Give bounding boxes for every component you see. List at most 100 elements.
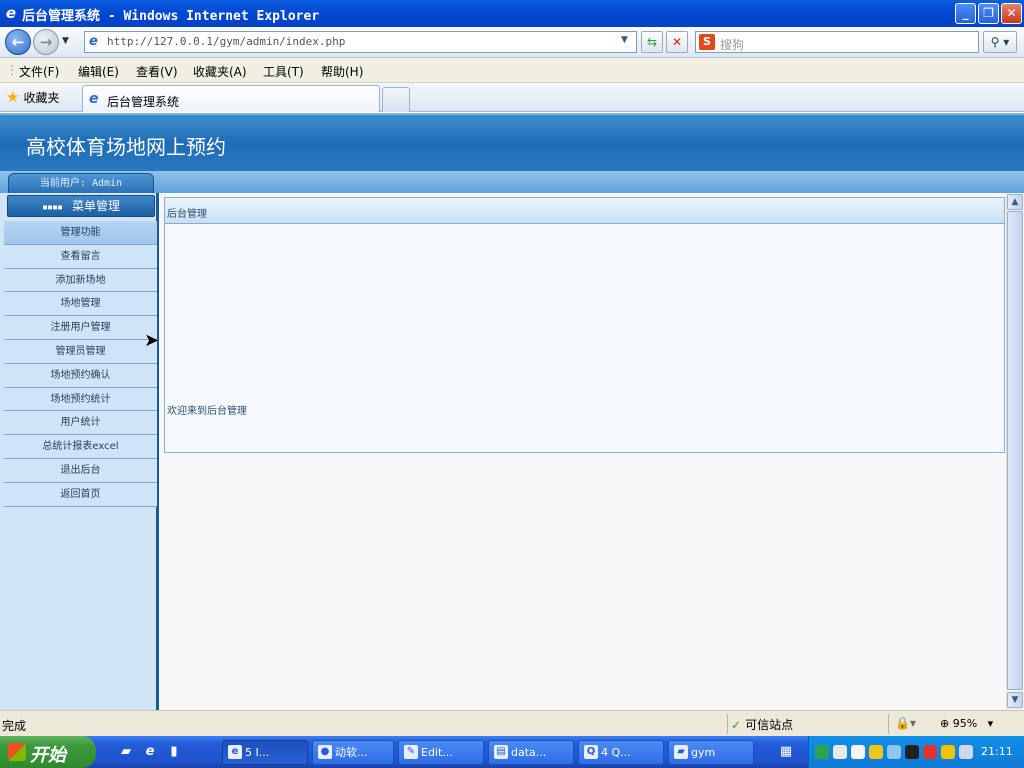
mouse-pointer-icon: ➤ [144,330,160,351]
tray-phone-icon[interactable] [833,745,847,759]
task-ie[interactable]: e5 I... [222,740,308,765]
sidebar-item-user-stats[interactable]: 用户统计 [4,411,157,436]
task-edit[interactable]: ✎ Edit... [398,740,484,765]
tray-volume-icon[interactable] [959,745,973,759]
favorites-label: 收藏夹 [23,91,60,105]
sidebar-item-logout[interactable]: 退出后台 [4,458,157,483]
tab-bar: ★ 收藏夹 e 后台管理系统 [0,83,1024,112]
main-panel-header: 后台管理 [165,198,1004,224]
menu-favorites[interactable]: 收藏夹(A) [193,63,247,80]
status-separator-2 [888,714,889,734]
menu-tools[interactable]: 工具(T) [263,63,304,80]
scroll-thumb[interactable] [1007,211,1023,690]
menu-view[interactable]: 查看(V) [136,63,178,80]
status-text: 完成 [2,719,27,733]
zone-label: 可信站点 [745,718,794,732]
start-button[interactable]: 开始 [0,736,96,768]
menu-header-label: 菜单管理 [72,199,121,213]
sidebar-item-home[interactable]: 返回首页 [4,482,157,507]
status-bar: 完成 ✓ 可信站点 🔒▾ ⊕ 95% ▾ [0,710,1024,736]
keyboard-icon[interactable]: ▦ [778,744,794,760]
menu-file[interactable]: 文件(F) [19,63,59,80]
new-tab-button[interactable] [382,87,410,112]
favorites-button[interactable]: ★ 收藏夹 [6,88,59,106]
app-quicklaunch-icon[interactable]: ▮ [166,744,182,760]
sidebar-item-booking-confirm[interactable]: 场地预约确认 [4,363,157,388]
task-label: gym [691,746,716,759]
sidebar-item-venue-management[interactable]: 场地管理 [4,292,157,317]
app-task-icon: ● [318,745,332,759]
search-placeholder: 搜狗 [720,38,745,52]
task-gym-folder[interactable]: ▰ gym [668,740,754,765]
sidebar-item-manage-functions[interactable]: 管理功能 [4,221,157,245]
ie-task-icon: e [228,745,242,759]
task-qq[interactable]: Q4 Q... [578,740,664,765]
address-dropdown-icon[interactable]: ▼ [621,35,628,45]
tray-shield-icon[interactable] [941,745,955,759]
sidebar-item-add-venue[interactable]: 添加新场地 [4,268,157,293]
system-tray: 21:11 [808,736,1024,768]
data-task-icon: ▤ [494,745,508,759]
qq-task-icon: Q [584,745,598,759]
close-window-button[interactable]: ✕ [1001,3,1022,24]
search-button[interactable]: ⚲ ▾ [983,31,1017,53]
menu-edit[interactable]: 编辑(E) [78,63,119,80]
forward-button[interactable]: → [33,29,59,55]
history-dropdown-icon[interactable]: ▼ [62,36,69,46]
task-label: Edit... [421,746,453,759]
sogou-logo-icon: S [699,34,715,50]
menu-help[interactable]: 帮助(H) [321,63,363,80]
page-icon: e [89,34,98,49]
taskbar: 开始 ▰ e ▮ e5 I... ● 动软... ✎ Edit... ▤ data..… [0,736,1024,768]
menu-header[interactable]: ▪▪▪▪ 菜单管理 [7,195,155,217]
sidebar-item-user-management[interactable]: 注册用户管理 [4,316,157,340]
tray-app-icon[interactable] [851,745,865,759]
back-button[interactable]: ← [5,29,31,55]
menu-grip: ⋮ [6,63,18,77]
security-zone[interactable]: ✓ 可信站点 [731,716,793,733]
nav-list: 管理功能 查看留言 添加新场地 场地管理 注册用户管理 管理员管理 场地预约确认… [4,221,157,507]
sidebar-item-view-messages[interactable]: 查看留言 [4,244,157,269]
sidebar-item-booking-stats[interactable]: 场地预约统计 [4,387,157,412]
maximize-button[interactable]: ❐ [978,3,999,24]
start-label: 开始 [30,745,66,766]
refresh-icon[interactable]: ⇆ [641,31,663,53]
sidebar-item-excel-report[interactable]: 总统计报表excel [4,435,157,459]
ie-quicklaunch-icon[interactable]: e [142,744,158,760]
site-title: 高校体育场地网上预约 [26,135,226,159]
windows-logo-icon [8,743,26,761]
minimize-button[interactable]: _ [955,3,976,24]
task-dongruan[interactable]: ● 动软... [312,740,394,765]
scroll-up-icon[interactable]: ▲ [1007,194,1023,210]
menu-bar: ⋮ 文件(F) 编辑(E) 查看(V) 收藏夹(A) 工具(T) 帮助(H) [0,58,1024,83]
clock: 21:11 [981,745,1013,758]
star-icon: ★ [6,88,20,106]
task-label: 4 Q... [601,746,631,759]
folder-icon[interactable]: ▰ [118,744,134,760]
window-title-bar[interactable]: e 后台管理系统 - Windows Internet Explorer _ ❐… [0,0,1024,27]
task-label: data... [511,746,547,759]
tray-qq2-icon[interactable] [923,745,937,759]
vertical-scrollbar[interactable]: ▲ ▼ [1006,193,1023,710]
sidebar-item-admin-management[interactable]: 管理员管理 [4,339,157,364]
stop-icon[interactable]: ✕ [666,31,688,53]
tab-admin-system[interactable]: e 后台管理系统 [82,85,380,112]
tray-network-icon[interactable] [815,745,829,759]
search-input[interactable]: S 搜狗 [695,31,979,53]
task-label: 动软... [335,746,368,759]
tray-qq-icon[interactable] [905,745,919,759]
scroll-down-icon[interactable]: ▼ [1007,692,1023,708]
page-content: 高校体育场地网上预约 当前用户: Admin ▪▪▪▪ 菜单管理 管理功能 查看留… [0,113,1024,710]
tray-security-icon[interactable] [869,745,883,759]
zoom-control[interactable]: ⊕ 95% ▾ [940,717,993,730]
editor-task-icon: ✎ [404,745,418,759]
protected-mode-icon[interactable]: 🔒▾ [895,716,916,730]
tray-cloud-icon[interactable] [887,745,901,759]
task-label: 5 I... [245,746,270,759]
sidebar: ▪▪▪▪ 菜单管理 管理功能 查看留言 添加新场地 场地管理 注册用户管理 管理员… [0,193,159,710]
welcome-text: 欢迎来到后台管理 [167,406,247,417]
task-data[interactable]: ▤ data... [488,740,574,765]
address-input[interactable]: e http://127.0.0.1/gym/admin/index.php ▼ [84,31,637,53]
tab-ie-icon: e [89,91,99,107]
ie-logo-icon: e [5,4,17,22]
